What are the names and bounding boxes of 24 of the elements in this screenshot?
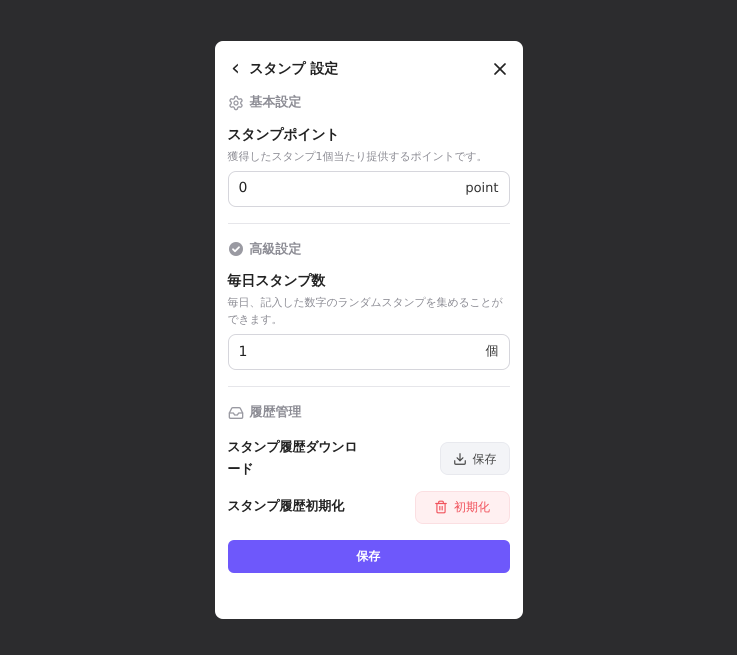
gear-icon — [228, 94, 244, 111]
field-description: 毎日、記入した数字のランダムスタンプを集めることができます。 — [228, 295, 504, 328]
action-label: スタンプ履歴ダウンロード — [228, 438, 358, 478]
section-heading: 履歴管理 — [250, 404, 302, 422]
section-heading: 基本設定 — [250, 94, 302, 112]
dialog-title: スタンプ 設定 — [250, 60, 338, 78]
download-save-button[interactable]: 保存 — [440, 442, 510, 475]
unit-label: point — [465, 180, 498, 198]
inbox-icon — [228, 404, 244, 421]
number-field[interactable]: 0 point — [228, 170, 510, 206]
save-button[interactable]: 保存 — [228, 540, 510, 572]
field-label: 毎日スタンプ数 — [228, 272, 326, 291]
check-badge-icon — [228, 241, 244, 258]
back-button[interactable]: ‹ — [228, 58, 244, 80]
number-field[interactable]: 1 個 — [228, 334, 510, 370]
field-value[interactable]: 1 — [238, 342, 438, 362]
trash-icon — [434, 500, 448, 514]
field-description: 獲得したスタンプ1個当たり提供するポイントです。 — [228, 148, 488, 164]
action-label: スタンプ履歴初期化 — [228, 498, 346, 516]
field-value[interactable]: 0 — [238, 178, 438, 199]
section-heading: 高級設定 — [250, 240, 302, 258]
field-label: スタンプポイント — [228, 126, 340, 144]
unit-label: 個 — [486, 343, 498, 362]
download-icon — [452, 452, 466, 466]
